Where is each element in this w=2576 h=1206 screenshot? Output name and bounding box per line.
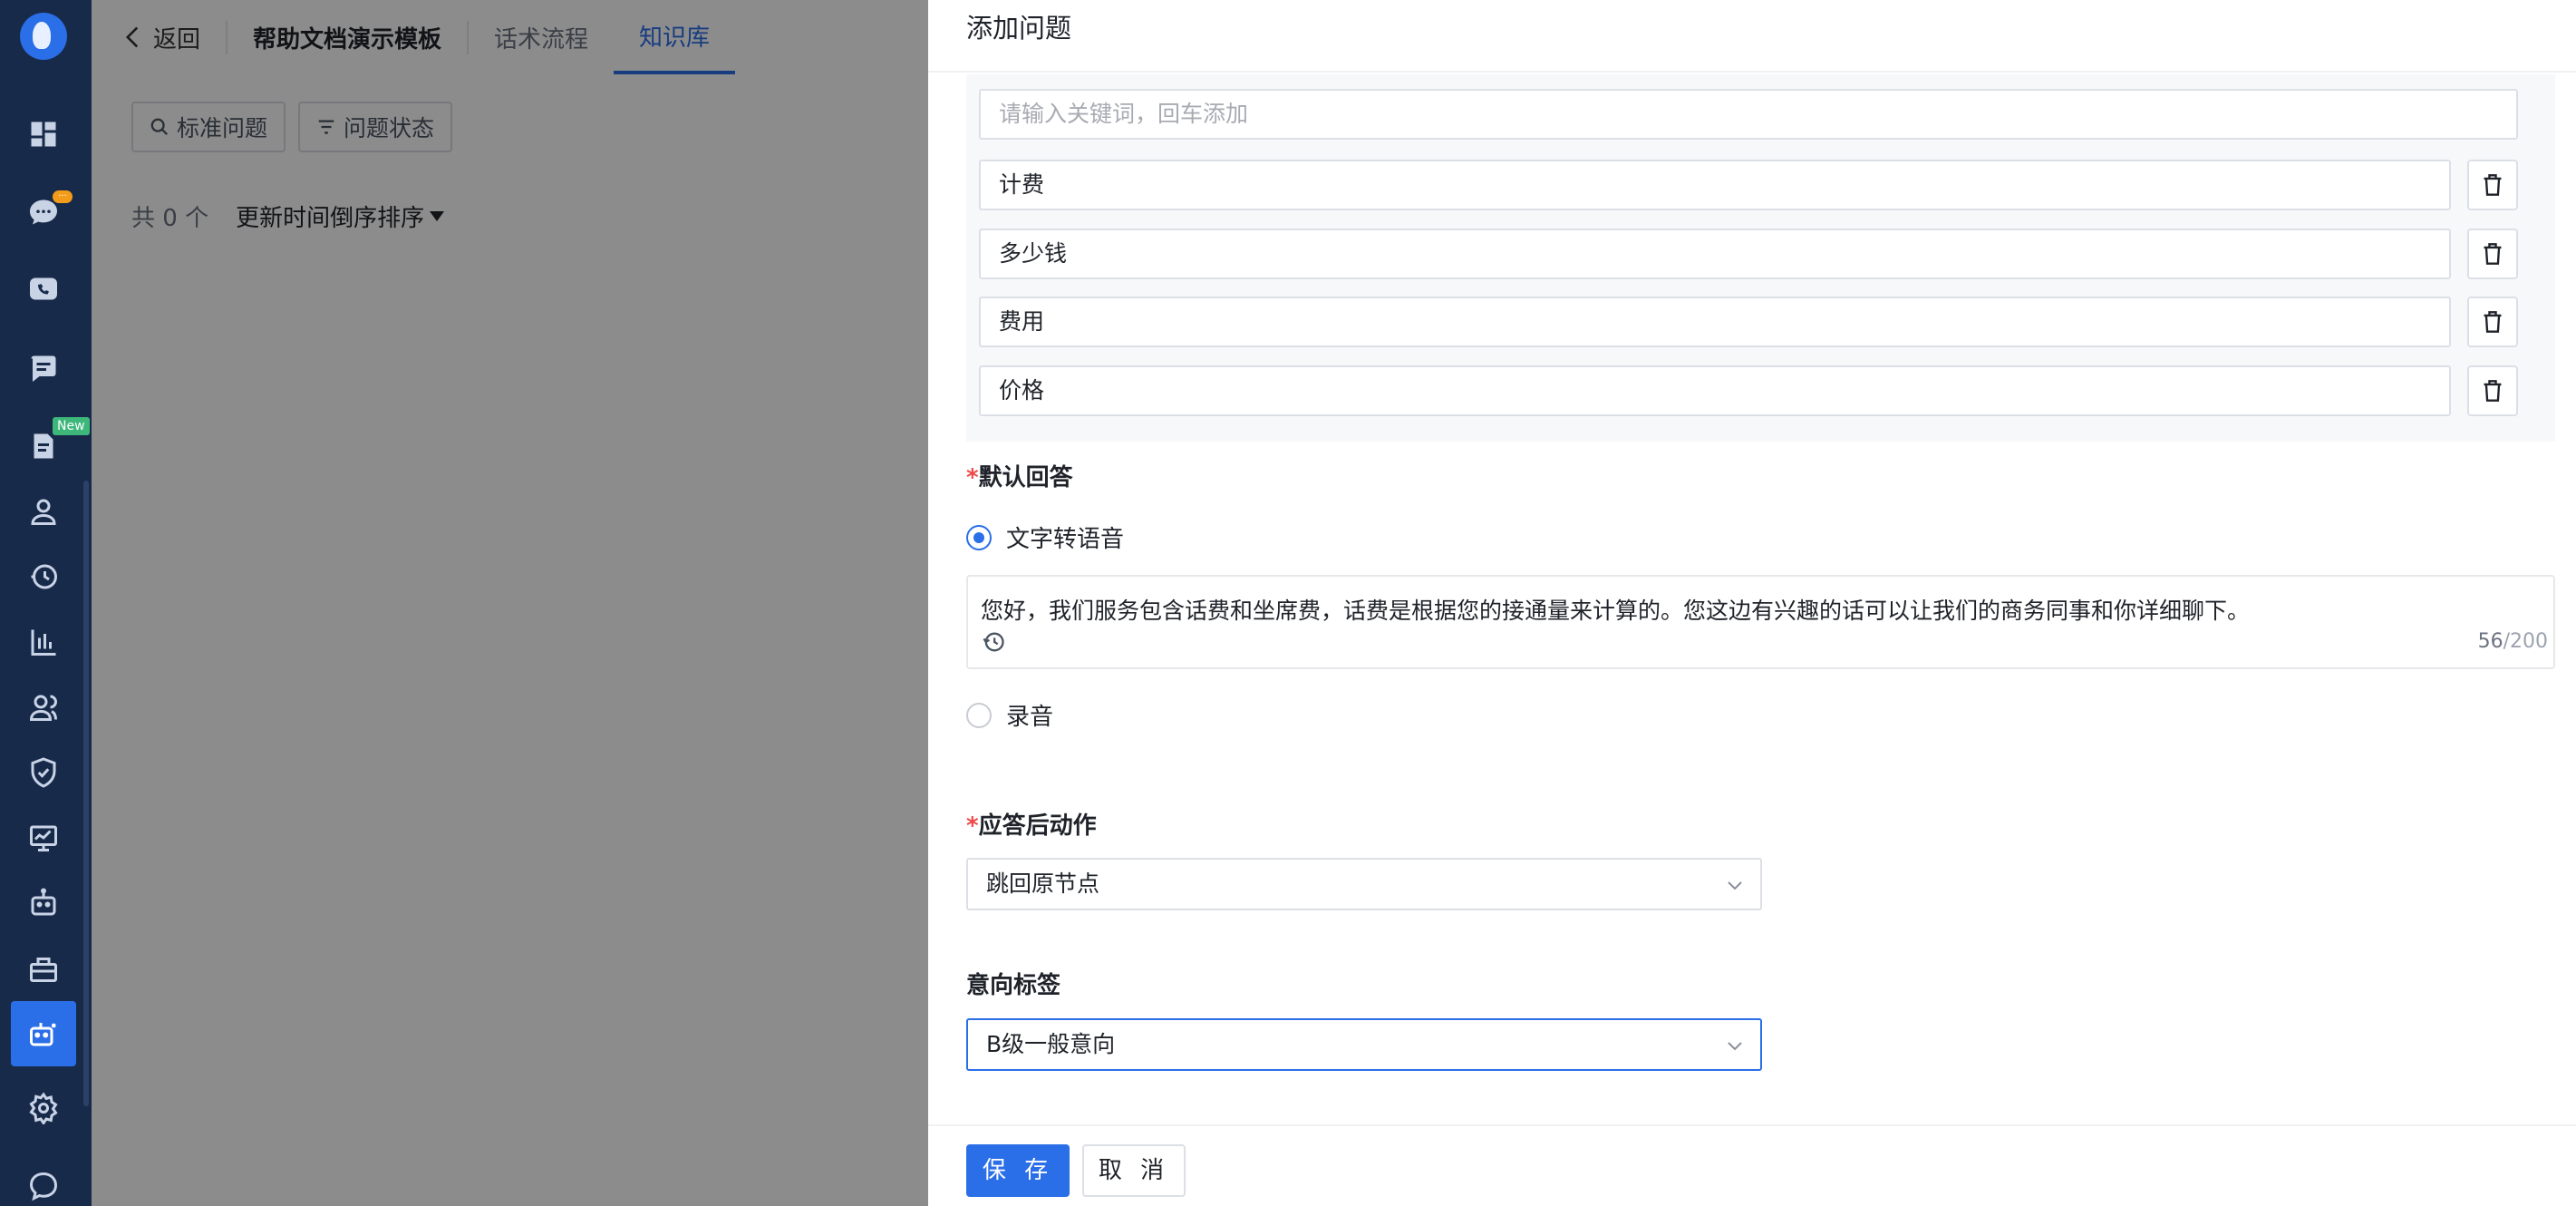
keyword-item[interactable]: 价格	[979, 365, 2451, 416]
default-answer-label: *默认回答	[966, 459, 1073, 492]
recording-radio[interactable]	[966, 702, 992, 728]
add-question-drawer: 添加问题 请输入关键词，回车添加 计费 多少钱 费用 价格 *默认回答 文字转语…	[928, 0, 2576, 1206]
tts-option-label: 文字转语音	[1006, 526, 1125, 553]
trash-icon	[2484, 380, 2502, 402]
tts-radio[interactable]	[966, 524, 992, 550]
nav-scrollbar[interactable]	[83, 481, 89, 1106]
post-action-value: 跳回原节点	[986, 870, 1100, 897]
intent-tag-label: 意向标签	[966, 972, 1061, 999]
monitor-icon[interactable]	[11, 805, 76, 870]
modal-overlay[interactable]	[92, 0, 1020, 1206]
phone-icon[interactable]	[11, 258, 76, 323]
document-icon[interactable]: New	[11, 413, 90, 479]
keyword-item[interactable]: 计费	[979, 160, 2451, 210]
answer-textarea[interactable]: 您好，我们服务包含话费和坐席费，话费是根据您的接通量来计算的。您这边有兴趣的话可…	[966, 575, 2555, 669]
user-icon[interactable]	[11, 479, 76, 544]
keyword-item[interactable]: 费用	[979, 297, 2451, 347]
char-counter: 56/200	[2478, 630, 2548, 653]
recording-option-label: 录音	[1006, 704, 1054, 731]
team-icon[interactable]	[11, 675, 76, 740]
char-max: /200	[2503, 630, 2548, 653]
footer-divider	[928, 1124, 2576, 1126]
wechat-icon[interactable]	[11, 1153, 76, 1206]
delete-keyword-button[interactable]	[2467, 365, 2518, 416]
chart-icon[interactable]	[11, 609, 76, 675]
robot-active-icon[interactable]	[11, 1001, 76, 1066]
history-icon[interactable]	[981, 629, 1006, 655]
post-action-label-text: 应答后动作	[978, 812, 1097, 840]
shield-icon[interactable]	[11, 740, 76, 805]
trash-icon	[2484, 311, 2502, 333]
keyword-item[interactable]: 多少钱	[979, 229, 2451, 279]
gear-icon[interactable]	[11, 1075, 76, 1141]
keyword-input[interactable]: 请输入关键词，回车添加	[979, 89, 2518, 140]
chevron-down-icon	[1728, 881, 1742, 890]
history-icon[interactable]	[11, 544, 76, 609]
chat-badge: ···	[53, 190, 73, 203]
save-button[interactable]: 保 存	[966, 1144, 1070, 1197]
post-action-label: *应答后动作	[966, 807, 1097, 841]
toolbox-icon[interactable]	[11, 936, 76, 1001]
new-badge: New	[53, 417, 90, 435]
message-icon[interactable]	[11, 336, 76, 401]
dashboard-icon[interactable]	[11, 102, 76, 167]
required-mark: *	[966, 812, 979, 840]
delete-keyword-button[interactable]	[2467, 297, 2518, 347]
recording-option[interactable]: 录音	[966, 698, 1053, 732]
post-action-select[interactable]: 跳回原节点	[966, 858, 1762, 910]
answer-text: 您好，我们服务包含话费和坐席费，话费是根据您的接通量来计算的。您这边有兴趣的话可…	[981, 598, 2251, 624]
app-logo[interactable]	[20, 13, 67, 60]
trash-icon	[2484, 243, 2502, 265]
default-answer-label-text: 默认回答	[978, 464, 1073, 491]
cancel-button[interactable]: 取 消	[1082, 1144, 1186, 1197]
delete-keyword-button[interactable]	[2467, 160, 2518, 210]
robot-icon[interactable]	[11, 870, 76, 936]
delete-keyword-button[interactable]	[2467, 229, 2518, 279]
intent-tag-select[interactable]: B级一般意向	[966, 1018, 1762, 1071]
char-count: 56	[2477, 630, 2503, 653]
chevron-down-icon	[1728, 1042, 1742, 1051]
chat-icon[interactable]: ···	[11, 180, 76, 245]
drawer-title: 添加问题	[966, 13, 1072, 44]
tts-option[interactable]: 文字转语音	[966, 520, 1124, 554]
keyword-panel: 请输入关键词，回车添加 计费 多少钱 费用 价格	[966, 74, 2555, 442]
drawer-divider	[928, 71, 2576, 73]
trash-icon	[2484, 174, 2502, 196]
required-mark: *	[966, 464, 979, 491]
intent-tag-value: B级一般意向	[986, 1031, 1116, 1057]
side-navigation: ··· New	[0, 0, 92, 1206]
